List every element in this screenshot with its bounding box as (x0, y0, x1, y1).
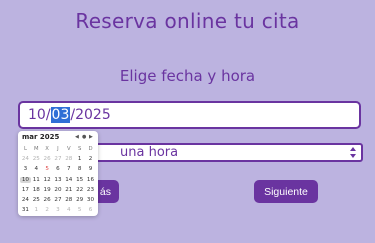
calendar-month-label[interactable]: mar 2025 (22, 133, 59, 141)
date-year-segment[interactable]: 2025 (75, 107, 111, 123)
calendar-day[interactable]: 22 (74, 187, 85, 193)
weekday-header: J (57, 146, 59, 153)
weekday-header: M (33, 146, 39, 153)
calendar-day[interactable]: 31 (20, 207, 31, 213)
calendar-day[interactable]: 14 (63, 177, 74, 183)
weekday-header: X (45, 146, 49, 153)
date-day-segment[interactable]: 10 (28, 107, 46, 123)
page-title: Reserva online tu cita (75, 9, 300, 33)
weekday-header: D (88, 146, 93, 153)
calendar-day[interactable]: 3 (53, 207, 64, 213)
calendar-day-selected[interactable]: 10 (20, 176, 31, 183)
calendar-day[interactable]: 29 (74, 197, 85, 203)
calendar-day[interactable]: 8 (74, 166, 85, 172)
calendar-day[interactable]: 27 (53, 197, 64, 203)
time-select-value: una hora (120, 145, 179, 160)
calendar-day[interactable]: 17 (20, 187, 31, 193)
calendar-day[interactable]: 18 (31, 187, 42, 193)
calendar-day[interactable]: 26 (42, 156, 53, 162)
select-arrows-icon (350, 147, 356, 158)
calendar-day[interactable]: 12 (42, 177, 53, 183)
calendar-day[interactable]: 1 (31, 207, 42, 213)
weekday-header: V (66, 146, 71, 153)
next-month-icon[interactable]: ▶ (89, 133, 93, 142)
calendar-day[interactable]: 24 (20, 197, 31, 203)
calendar-day[interactable]: 7 (63, 166, 74, 172)
calendar-day[interactable]: 11 (31, 177, 42, 183)
calendar-day[interactable]: 1 (74, 156, 85, 162)
date-month-segment[interactable]: 03 (50, 107, 71, 123)
prev-month-icon[interactable]: ◀ (75, 133, 79, 142)
calendar-grid: L M X J V S D 24 25 26 27 28 1 2 3 4 5 6 7 8 9 10 11 12 13 14 15 16… (20, 144, 96, 215)
calendar-day[interactable]: 27 (53, 156, 64, 162)
calendar-day[interactable]: 21 (63, 187, 74, 193)
calendar-day[interactable]: 19 (42, 187, 53, 193)
calendar-day[interactable]: 28 (63, 197, 74, 203)
calendar-day[interactable]: 3 (20, 166, 31, 172)
calendar-day[interactable]: 2 (85, 156, 96, 162)
calendar-header: mar 2025 ◀ ● ▶ (21, 133, 95, 142)
calendar-day[interactable]: 15 (74, 177, 85, 183)
calendar-day[interactable]: 9 (85, 166, 96, 172)
calendar-day[interactable]: 6 (53, 166, 64, 172)
weekday-header: S (77, 146, 82, 153)
weekday-header: L (23, 146, 27, 153)
date-picker-popup: mar 2025 ◀ ● ▶ L M X J V S D 24 25 26 27 28 1 2 3 4 5 6 7 8… (18, 131, 98, 216)
calendar-day[interactable]: 4 (31, 166, 42, 172)
calendar-day[interactable]: 2 (42, 207, 53, 213)
calendar-day[interactable]: 25 (31, 156, 42, 162)
calendar-day[interactable]: 5 (42, 166, 53, 172)
calendar-day[interactable]: 6 (85, 207, 96, 213)
calendar-day[interactable]: 16 (85, 177, 96, 183)
today-icon[interactable]: ● (82, 133, 86, 142)
calendar-day[interactable]: 13 (53, 177, 64, 183)
calendar-day[interactable]: 25 (31, 197, 42, 203)
next-button[interactable]: Siguiente (254, 180, 318, 203)
date-separator: / (45, 107, 51, 123)
calendar-day[interactable]: 26 (42, 197, 53, 203)
calendar-day[interactable]: 5 (74, 207, 85, 213)
calendar-day[interactable]: 30 (85, 197, 96, 203)
calendar-day[interactable]: 23 (85, 187, 96, 193)
calendar-day[interactable]: 24 (20, 156, 31, 162)
date-input[interactable]: 10/03/2025 (18, 101, 361, 129)
section-title: Elige fecha y hora (119, 67, 256, 85)
calendar-day[interactable]: 20 (53, 187, 64, 193)
calendar-day[interactable]: 4 (63, 207, 74, 213)
calendar-day[interactable]: 28 (63, 156, 74, 162)
